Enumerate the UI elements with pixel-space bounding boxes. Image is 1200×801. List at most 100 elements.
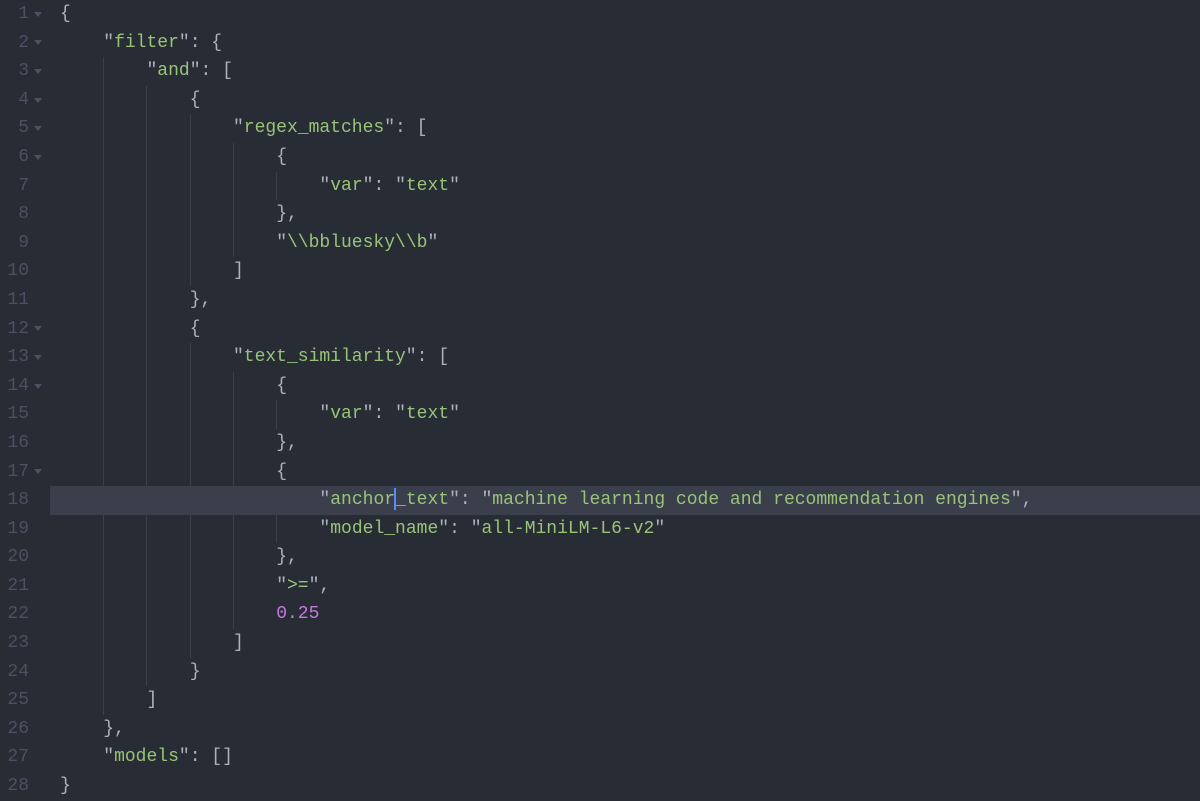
brace-open: { bbox=[276, 143, 287, 172]
code-line[interactable]: { bbox=[60, 86, 1200, 115]
brace-open: { bbox=[60, 0, 71, 29]
code-line[interactable]: "var": "text" bbox=[60, 400, 1200, 429]
brace-open: { bbox=[276, 372, 287, 401]
quote: " bbox=[179, 743, 190, 772]
json-string: machine learning code and recommendation… bbox=[492, 486, 1010, 515]
code-editor[interactable]: 1234567891011121314151617181920212223242… bbox=[0, 0, 1200, 801]
quote: " bbox=[276, 572, 287, 601]
code-line[interactable]: 0.25 bbox=[60, 600, 1200, 629]
code-line[interactable]: ] bbox=[60, 629, 1200, 658]
code-line[interactable]: "and": [ bbox=[60, 57, 1200, 86]
brace-open: { bbox=[190, 86, 201, 115]
code-line[interactable]: } bbox=[60, 772, 1200, 801]
quote: " bbox=[449, 400, 460, 429]
quote: " bbox=[481, 486, 492, 515]
brace-close: } bbox=[103, 715, 114, 744]
code-line[interactable]: "models": [] bbox=[60, 743, 1200, 772]
json-key: anchor bbox=[330, 486, 395, 515]
code-line[interactable]: }, bbox=[60, 429, 1200, 458]
quote: " bbox=[438, 515, 449, 544]
code-line[interactable]: { bbox=[60, 458, 1200, 487]
code-line[interactable]: { bbox=[60, 315, 1200, 344]
code-area[interactable]: { "filter": { "and": [ { "regex_matches"… bbox=[50, 0, 1200, 801]
line-number: 14 bbox=[0, 372, 42, 401]
fold-icon[interactable] bbox=[34, 326, 42, 331]
code-line[interactable]: "regex_matches": [ bbox=[60, 114, 1200, 143]
fold-icon[interactable] bbox=[34, 355, 42, 360]
code-line[interactable]: }, bbox=[60, 200, 1200, 229]
code-line[interactable]: ] bbox=[60, 257, 1200, 286]
code-line[interactable]: "\\bbluesky\\b" bbox=[60, 229, 1200, 258]
code-line[interactable]: "var": "text" bbox=[60, 172, 1200, 201]
brace-open: { bbox=[211, 29, 222, 58]
line-number: 25 bbox=[0, 686, 42, 715]
brace-close: } bbox=[276, 543, 287, 572]
code-line[interactable]: { bbox=[60, 143, 1200, 172]
json-key: models bbox=[114, 743, 179, 772]
quote: " bbox=[654, 515, 665, 544]
bracket-close: ] bbox=[146, 686, 157, 715]
bracket-close: ] bbox=[222, 743, 233, 772]
fold-icon[interactable] bbox=[34, 384, 42, 389]
brace-close: } bbox=[190, 286, 201, 315]
colon: : bbox=[190, 29, 212, 58]
line-number: 21 bbox=[0, 572, 42, 601]
json-key: and bbox=[157, 57, 189, 86]
colon: : bbox=[373, 400, 395, 429]
comma: , bbox=[114, 715, 125, 744]
code-line[interactable]: "filter": { bbox=[60, 29, 1200, 58]
quote: " bbox=[427, 229, 438, 258]
colon: : bbox=[373, 172, 395, 201]
quote: " bbox=[103, 29, 114, 58]
code-line[interactable]: ] bbox=[60, 686, 1200, 715]
code-line-active[interactable]: "anchor_text": "machine learning code an… bbox=[50, 486, 1200, 515]
comma: , bbox=[1022, 486, 1033, 515]
line-number: 27 bbox=[0, 743, 42, 772]
line-number: 28 bbox=[0, 772, 42, 801]
brace-close: } bbox=[60, 772, 71, 801]
code-line[interactable]: "text_similarity": [ bbox=[60, 343, 1200, 372]
line-number: 8 bbox=[0, 200, 42, 229]
code-line[interactable]: }, bbox=[60, 286, 1200, 315]
line-number: 3 bbox=[0, 57, 42, 86]
bracket-open: [ bbox=[211, 743, 222, 772]
code-line[interactable]: { bbox=[60, 0, 1200, 29]
fold-icon[interactable] bbox=[34, 469, 42, 474]
brace-open: { bbox=[190, 315, 201, 344]
brace-close: } bbox=[276, 200, 287, 229]
code-line[interactable]: }, bbox=[60, 543, 1200, 572]
fold-icon[interactable] bbox=[34, 12, 42, 17]
code-line[interactable]: "model_name": "all-MiniLM-L6-v2" bbox=[60, 515, 1200, 544]
colon: : bbox=[417, 343, 439, 372]
code-line[interactable]: ">=", bbox=[60, 572, 1200, 601]
json-string: >= bbox=[287, 572, 309, 601]
fold-icon[interactable] bbox=[34, 98, 42, 103]
bracket-close: ] bbox=[233, 629, 244, 658]
colon: : bbox=[201, 57, 223, 86]
colon: : bbox=[460, 486, 482, 515]
line-number: 17 bbox=[0, 458, 42, 487]
fold-icon[interactable] bbox=[34, 126, 42, 131]
quote: " bbox=[363, 400, 374, 429]
line-number: 12 bbox=[0, 315, 42, 344]
quote: " bbox=[1011, 486, 1022, 515]
colon: : bbox=[395, 114, 417, 143]
line-number: 10 bbox=[0, 257, 42, 286]
fold-icon[interactable] bbox=[34, 69, 42, 74]
comma: , bbox=[287, 543, 298, 572]
code-line[interactable]: }, bbox=[60, 715, 1200, 744]
json-key: filter bbox=[114, 29, 179, 58]
quote: " bbox=[233, 114, 244, 143]
fold-icon[interactable] bbox=[34, 155, 42, 160]
line-number: 20 bbox=[0, 543, 42, 572]
line-number: 2 bbox=[0, 29, 42, 58]
colon: : bbox=[190, 743, 212, 772]
text-cursor bbox=[394, 488, 396, 510]
line-number: 1 bbox=[0, 0, 42, 29]
quote: " bbox=[190, 57, 201, 86]
code-line[interactable]: } bbox=[60, 658, 1200, 687]
brace-open: { bbox=[276, 458, 287, 487]
fold-icon[interactable] bbox=[34, 40, 42, 45]
code-line[interactable]: { bbox=[60, 372, 1200, 401]
json-string: all-MiniLM-L6-v2 bbox=[482, 515, 655, 544]
